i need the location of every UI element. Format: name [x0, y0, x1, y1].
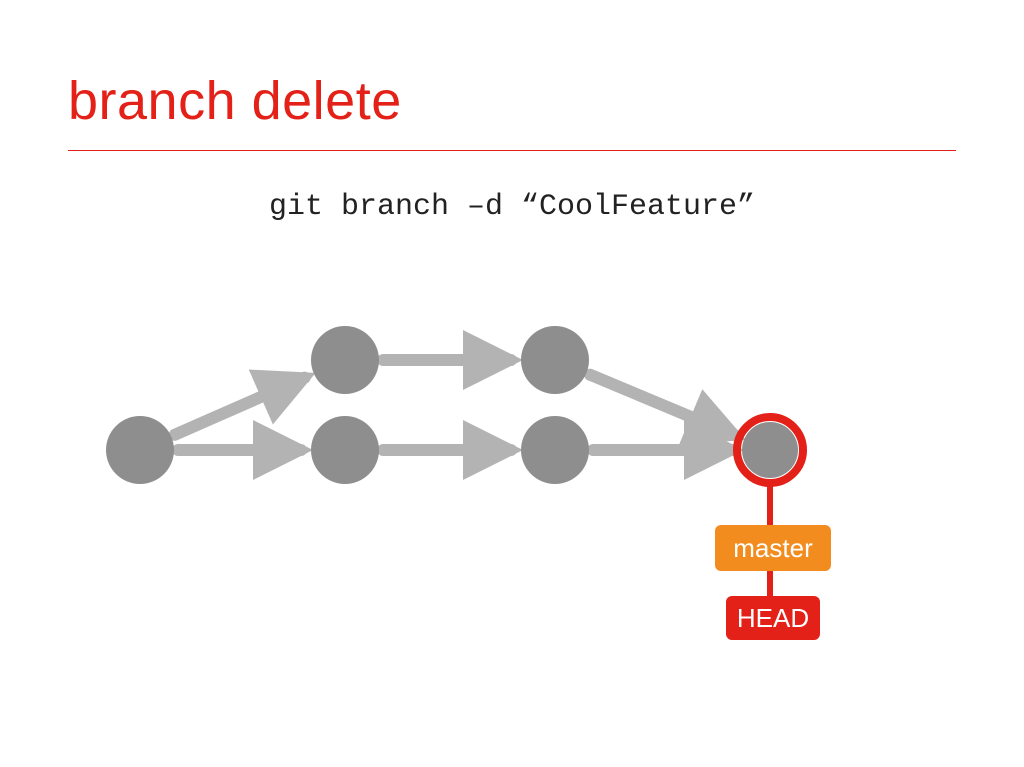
commit-node — [311, 416, 379, 484]
commit-graph-svg — [0, 300, 1024, 720]
commit-node — [106, 416, 174, 484]
commit-node-head — [742, 422, 798, 478]
commit-node — [311, 326, 379, 394]
branch-label-master: master — [715, 525, 831, 571]
commit-edge — [590, 375, 735, 436]
commit-node — [521, 326, 589, 394]
commit-edge — [175, 378, 305, 435]
slide: branch delete git branch –d “CoolFeature… — [0, 0, 1024, 767]
git-command: git branch –d “CoolFeature” — [0, 190, 1024, 224]
ref-label-head: HEAD — [726, 596, 820, 640]
slide-title: branch delete — [68, 70, 402, 132]
title-underline — [68, 150, 956, 151]
commit-node — [521, 416, 589, 484]
commit-graph: master HEAD — [0, 300, 1024, 720]
